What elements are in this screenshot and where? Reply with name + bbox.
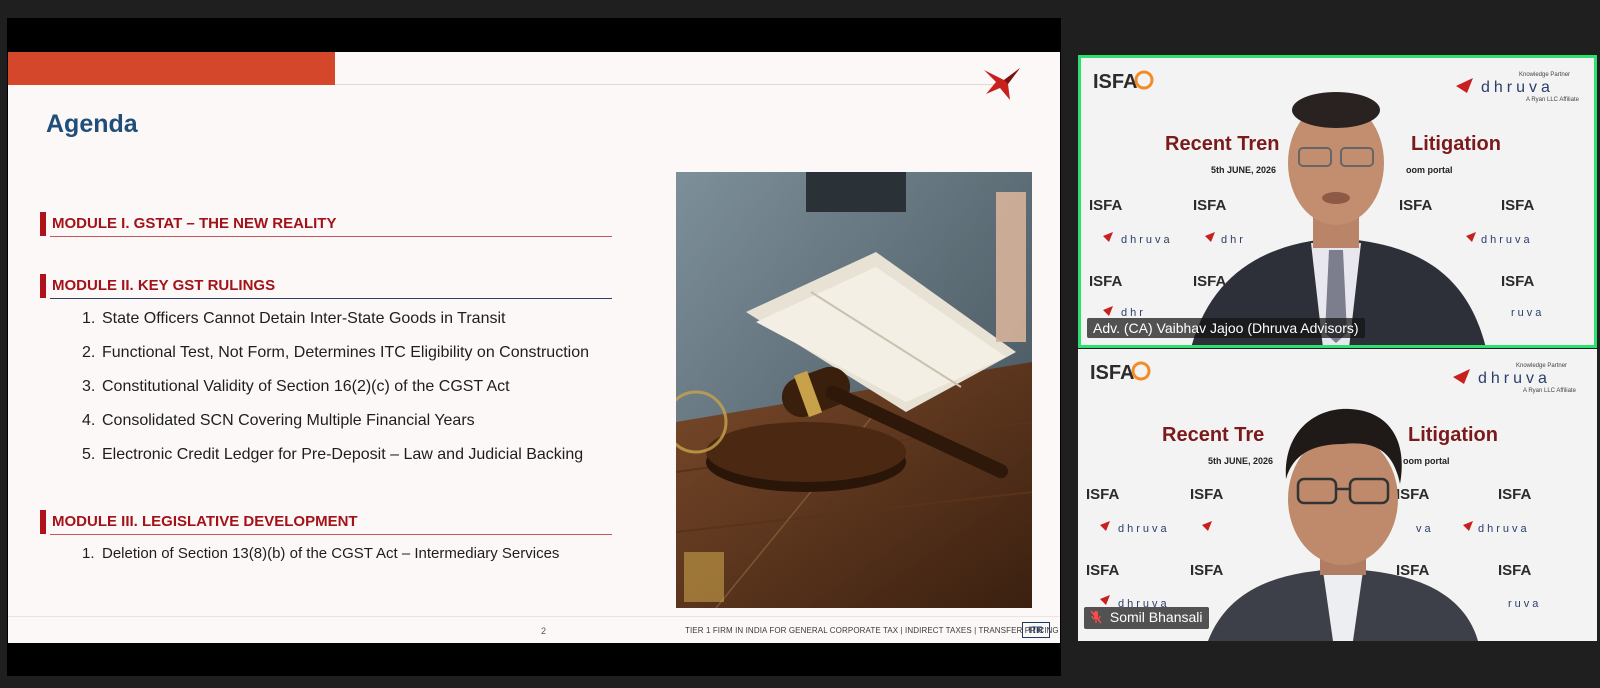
svg-text:Recent Tre: Recent Tre xyxy=(1162,424,1264,446)
svg-text:ISFA: ISFA xyxy=(1089,197,1123,214)
svg-text:dhruva: dhruva xyxy=(1481,234,1533,246)
slide-footer-line xyxy=(8,616,1060,617)
slide-page-number: 2 xyxy=(541,626,547,636)
svg-text:dhruva: dhruva xyxy=(1118,523,1170,535)
participant-name-tag: Adv. (CA) Vaibhav Jajoo (Dhruva Advisors… xyxy=(1087,318,1365,338)
list-item: 1. Deletion of Section 13(8)(b) of the CG… xyxy=(82,545,560,562)
svg-text:ISFA: ISFA xyxy=(1399,197,1433,214)
module-marker xyxy=(40,510,46,534)
svg-text:oom portal: oom portal xyxy=(1403,456,1450,466)
svg-text:ISFA: ISFA xyxy=(1498,562,1532,579)
svg-text:A Ryan LLC Affiliate: A Ryan LLC Affiliate xyxy=(1526,97,1580,103)
slide-header-bar xyxy=(8,52,335,85)
svg-text:ISFA: ISFA xyxy=(1089,273,1123,290)
gavel-and-book-photo xyxy=(676,172,1032,608)
svg-text:A Ryan LLC Affiliate: A Ryan LLC Affiliate xyxy=(1523,388,1577,394)
svg-text:ISFA: ISFA xyxy=(1086,486,1120,503)
svg-text:dhr: dhr xyxy=(1221,234,1246,246)
svg-text:5th JUNE, 2026: 5th JUNE, 2026 xyxy=(1211,165,1276,175)
svg-text:Knowledge Partner: Knowledge Partner xyxy=(1519,72,1570,78)
list-item: 2. Functional Test, Not Form, Determines … xyxy=(82,344,589,361)
module-2-label: MODULE II. KEY GST RULINGS xyxy=(52,277,276,294)
svg-text:ISFA: ISFA xyxy=(1190,486,1224,503)
svg-text:ISFA: ISFA xyxy=(1086,562,1120,579)
svg-text:ISFA: ISFA xyxy=(1501,197,1535,214)
module-rule xyxy=(50,236,612,237)
list-item: 1. State Officers Cannot Detain Inter-Sta… xyxy=(82,310,506,327)
svg-text:ISFA: ISFA xyxy=(1193,197,1227,214)
video-tile-participant[interactable]: ISFA dhruva Knowledge Partner A Ryan LLC… xyxy=(1078,349,1597,641)
svg-text:Litigation: Litigation xyxy=(1411,133,1501,155)
module-3-label: MODULE III. LEGISLATIVE DEVELOPMENT xyxy=(52,513,358,530)
svg-text:ISFA: ISFA xyxy=(1396,486,1430,503)
svg-text:ISFA: ISFA xyxy=(1190,562,1224,579)
svg-text:va: va xyxy=(1416,523,1434,535)
mic-off-icon xyxy=(1090,610,1102,627)
module-rule xyxy=(50,298,612,299)
svg-text:dhruva: dhruva xyxy=(1478,370,1551,387)
module-marker xyxy=(40,212,46,236)
event-backdrop: ISFA dhruva Knowledge Partner A Ryan LLC… xyxy=(1078,349,1597,641)
svg-text:dhruva: dhruva xyxy=(1121,234,1173,246)
svg-text:dhruva: dhruva xyxy=(1478,523,1530,535)
svg-text:ISFA: ISFA xyxy=(1193,273,1227,290)
svg-text:ISFA: ISFA xyxy=(1501,273,1535,290)
svg-text:ruva: ruva xyxy=(1508,598,1541,610)
list-item: 3. Constitutional Validity of Section 16(… xyxy=(82,378,510,395)
list-item: 4. Consolidated SCN Covering Multiple Fin… xyxy=(82,412,475,429)
svg-text:dhruva: dhruva xyxy=(1481,79,1554,96)
svg-text:ISFA: ISFA xyxy=(1090,362,1134,384)
slide-title: Agenda xyxy=(46,110,138,138)
video-tile-active-speaker[interactable]: ISFA dhruva Knowledge Partner A Ryan LLC… xyxy=(1078,55,1597,348)
module-marker xyxy=(40,274,46,298)
slide-footer-text: TIER 1 FIRM IN INDIA FOR GENERAL CORPORA… xyxy=(685,626,1059,635)
module-2-list: 1. State Officers Cannot Detain Inter-Sta… xyxy=(82,310,589,480)
module-1-label: MODULE I. GSTAT – THE NEW REALITY xyxy=(52,215,337,232)
svg-text:Knowledge Partner: Knowledge Partner xyxy=(1516,363,1567,369)
dhruva-star-icon xyxy=(984,68,1020,100)
svg-text:Litigation: Litigation xyxy=(1408,424,1498,446)
event-backdrop: ISFA dhruva Knowledge Partner A Ryan LLC… xyxy=(1081,58,1594,345)
svg-text:ISFA: ISFA xyxy=(1498,486,1532,503)
itr-badge: ITR xyxy=(1022,622,1050,638)
module-rule xyxy=(50,534,612,535)
presentation-slide: Agenda MODULE I. GSTAT – THE NEW REALITY… xyxy=(8,52,1060,643)
participant-name-tag: Somil Bhansali xyxy=(1084,607,1209,629)
svg-text:ruva: ruva xyxy=(1511,307,1544,319)
svg-text:oom portal: oom portal xyxy=(1406,165,1453,175)
slide-header-line xyxy=(335,84,1005,85)
list-item: 5. Electronic Credit Ledger for Pre-Depos… xyxy=(82,446,584,463)
svg-text:5th JUNE, 2026: 5th JUNE, 2026 xyxy=(1208,456,1273,466)
svg-text:Recent Tren: Recent Tren xyxy=(1165,133,1279,155)
svg-text:ISFA: ISFA xyxy=(1093,71,1137,93)
module-3-list: 1. Deletion of Section 13(8)(b) of the CG… xyxy=(82,545,559,579)
